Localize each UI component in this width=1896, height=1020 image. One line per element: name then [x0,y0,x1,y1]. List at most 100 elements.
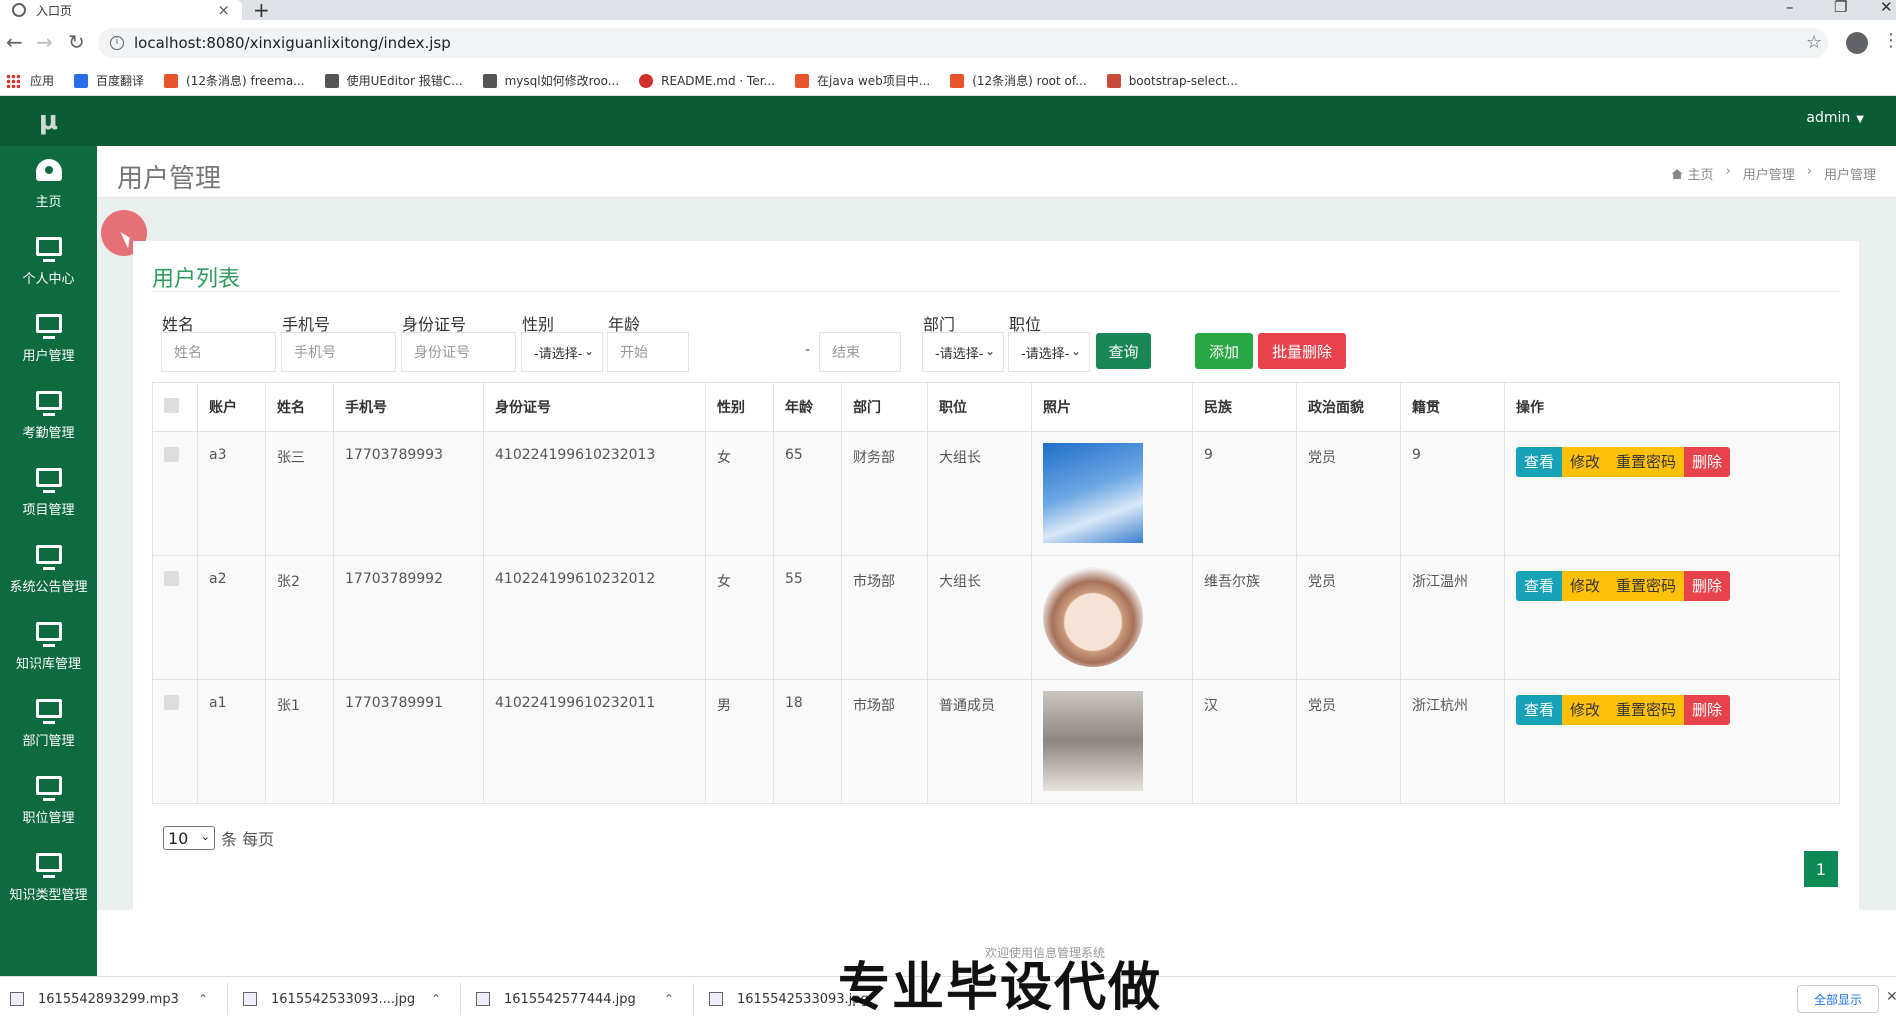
breadcrumb-item[interactable]: 用户管理 [1743,164,1795,183]
bookmark-item[interactable]: bootstrap-select... [1106,73,1238,88]
footer [97,910,1896,922]
brand-logo[interactable]: μ [0,96,97,146]
cell-hometown: 9 [1400,431,1505,556]
column-header: 手机号 [333,382,484,432]
monitor-icon [35,467,62,493]
row-checkbox[interactable] [164,447,179,462]
chevron-up-icon[interactable]: ⌃ [664,992,674,1006]
user-table: 账户 姓名 手机号 身份证号 性别 年龄 部门 职位 照片 民族 政治面貌 籍贯… [152,382,1840,804]
info-icon[interactable]: i [110,36,124,50]
sidebar-item-projects[interactable]: 项目管理 [0,454,97,531]
cell-actions: 查看 修改 重置密码 删除 [1504,679,1840,804]
url-bar[interactable]: i localhost:8080/xinxiguanlixitong/index… [98,28,1828,58]
back-icon[interactable]: ← [6,30,23,54]
idcard-input[interactable]: 身份证号 [401,332,516,372]
show-all-button[interactable]: 全部显示 [1797,985,1879,1013]
bookmark-star-icon[interactable]: ☆ [1806,32,1822,53]
bookmark-item[interactable]: 使用UEditor 报错C... [324,72,463,89]
select-all-checkbox[interactable] [164,397,179,413]
cell-dept: 财务部 [841,431,928,556]
monitor-icon [35,698,62,724]
delete-button[interactable]: 删除 [1684,571,1731,601]
age-end-input[interactable]: 结束 [819,332,901,372]
dept-select[interactable]: -请选择- ⌄ [922,332,1004,372]
query-button[interactable]: 查询 [1096,333,1151,369]
cell-ethnicity: 9 [1192,431,1297,556]
chevron-up-icon[interactable]: ⌃ [198,992,208,1006]
close-icon[interactable]: ✕ [1886,989,1896,1005]
browser-tab[interactable]: 入口页 × [0,0,242,20]
sidebar-item-profile[interactable]: 个人中心 [0,223,97,300]
cell-phone: 17703789993 [333,431,484,556]
divider [460,983,461,1015]
reset-password-button[interactable]: 重置密码 [1608,695,1685,725]
reset-password-button[interactable]: 重置密码 [1608,571,1685,601]
minimize-icon[interactable]: – [1786,0,1794,16]
position-select[interactable]: -请选择- ⌄ [1008,332,1090,372]
sidebar-item-positions[interactable]: 职位管理 [0,762,97,839]
chevron-up-icon[interactable]: ⌃ [431,992,441,1006]
batch-delete-button[interactable]: 批量删除 [1258,333,1346,369]
tab-close-icon[interactable]: × [217,1,230,19]
sidebar-item-knowledge-types[interactable]: 知识类型管理 [0,839,97,916]
download-item[interactable]: 1615542893299.mp3 ⌃ [10,977,208,1020]
bookmark-item[interactable]: mysql如何修改roo... [482,72,619,89]
sidebar-item-home[interactable]: 主页 [0,146,97,223]
row-checkbox[interactable] [164,695,179,710]
download-item[interactable]: 1615542533093....jpg ⌃ [243,977,441,1020]
reload-icon[interactable]: ↻ [68,30,85,54]
restore-icon[interactable]: ❐ [1834,0,1847,16]
age-start-input[interactable]: 开始 [607,332,689,372]
sidebar-item-users[interactable]: 用户管理 [0,300,97,377]
sidebar-item-knowledge[interactable]: 知识库管理 [0,608,97,685]
row-checkbox[interactable] [164,571,179,586]
sidebar-item-attendance[interactable]: 考勤管理 [0,377,97,454]
edit-button[interactable]: 修改 [1562,695,1609,725]
bookmark-apps[interactable]: 应用 [6,72,54,89]
bookmark-item[interactable]: 百度翻译 [74,72,144,89]
pagination-page-1[interactable]: 1 [1804,851,1838,887]
table-header-row: 账户 姓名 手机号 身份证号 性别 年龄 部门 职位 照片 民族 政治面貌 籍贯… [152,382,1840,432]
add-button[interactable]: 添加 [1195,333,1253,369]
column-header: 政治面貌 [1296,382,1401,432]
view-button[interactable]: 查看 [1516,447,1563,477]
select-all-header[interactable] [152,382,198,432]
forward-icon[interactable]: → [36,30,53,54]
monitor-icon [35,390,62,416]
browser-menu-icon[interactable]: ⋮ [1882,30,1896,51]
address-bar-row: ← → ↻ i localhost:8080/xinxiguanlixitong… [0,20,1896,66]
edit-button[interactable]: 修改 [1562,447,1609,477]
delete-button[interactable]: 删除 [1684,447,1731,477]
column-header: 民族 [1192,382,1297,432]
cell-gender: 女 [705,431,774,556]
sidebar-item-announcements[interactable]: 系统公告管理 [0,531,97,608]
page-size-select[interactable]: 10 ⌄ [163,826,215,850]
view-button[interactable]: 查看 [1516,695,1563,725]
gender-select[interactable]: -请选择- ⌄ [521,332,603,372]
sidebar-item-departments[interactable]: 部门管理 [0,685,97,762]
bookmark-item[interactable]: 在java web项目中... [795,72,930,89]
name-input[interactable]: 姓名 [161,332,276,372]
cell-phone: 17703789991 [333,679,484,804]
reset-password-button[interactable]: 重置密码 [1608,447,1685,477]
profile-avatar[interactable] [1846,32,1868,54]
column-header: 年龄 [773,382,842,432]
edit-button[interactable]: 修改 [1562,571,1609,601]
delete-button[interactable]: 删除 [1684,695,1731,725]
globe-icon [12,3,26,17]
download-item[interactable]: 1615542577444.jpg ⌃ [476,977,674,1020]
window-close-icon[interactable]: ✕ [1880,0,1893,16]
view-button[interactable]: 查看 [1516,571,1563,601]
breadcrumb-home[interactable]: 主页 [1671,164,1714,183]
user-menu[interactable]: admin ▼ [1806,110,1864,126]
phone-input[interactable]: 手机号 [281,332,396,372]
bookmark-item[interactable]: (12条消息) freema... [164,72,305,89]
bookmark-item[interactable]: README.md · Ter... [639,73,775,88]
new-tab-icon[interactable]: + [253,0,270,22]
bookmark-item[interactable]: (12条消息) root of... [950,72,1087,89]
cell-account: a2 [197,555,266,680]
page-title: 用户管理 [117,164,222,194]
table-row: a1 张1 17703789991 410224199610232011 男 1… [152,679,1840,804]
cell-politics: 党员 [1296,679,1401,804]
user-photo [1043,443,1143,543]
